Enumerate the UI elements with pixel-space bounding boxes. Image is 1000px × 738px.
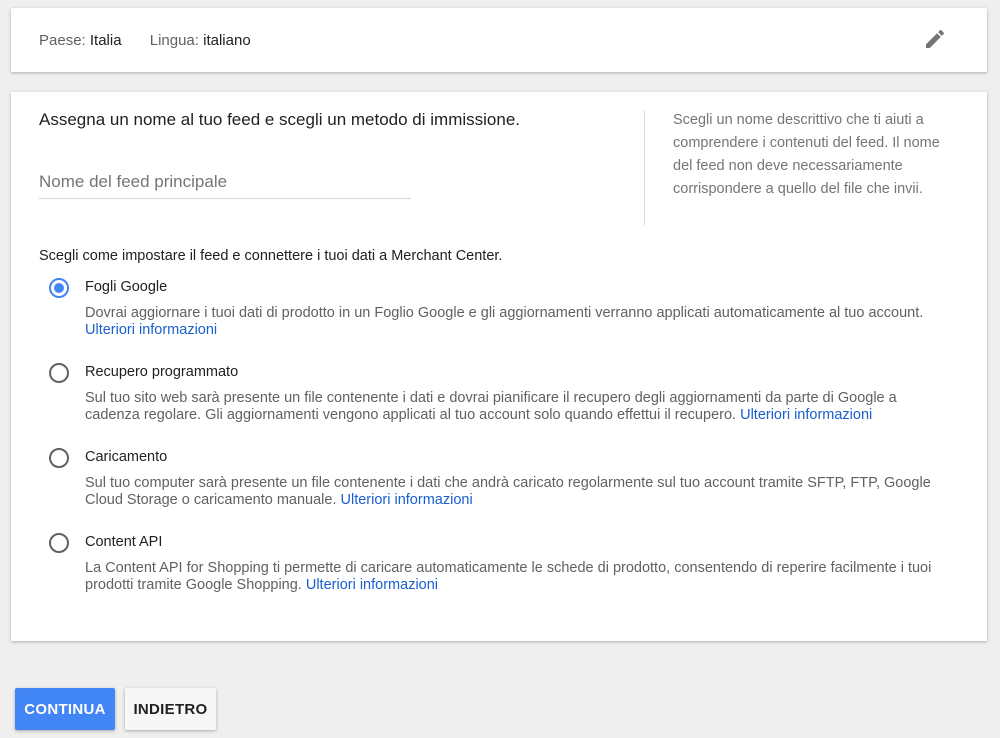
option-title[interactable]: Caricamento [85,449,167,465]
country-label: Paese: [39,32,86,49]
radio-upload[interactable] [49,448,69,468]
feed-setup-card: Assegna un nome al tuo feed e scegli un … [11,92,987,641]
option-title[interactable]: Fogli Google [85,279,167,295]
radio-google-sheets[interactable] [49,278,69,298]
learn-more-link[interactable]: Ulteriori informazioni [341,492,473,508]
language-label: Lingua: [149,32,199,49]
learn-more-link[interactable]: Ulteriori informazioni [85,322,217,338]
divider [644,110,645,225]
radio-content-api[interactable] [49,533,69,553]
feed-name-input[interactable] [39,166,411,199]
feed-name-heading: Assegna un nome al tuo feed e scegli un … [39,110,520,129]
option-title[interactable]: Content API [85,534,162,550]
option-description: Sul tuo computer sarà presente un file c… [85,475,931,508]
learn-more-link[interactable]: Ulteriori informazioni [306,577,438,593]
setup-method-label: Scegli come impostare il feed e connette… [39,248,503,264]
feed-name-help-text: Scegli un nome descrittivo che ti aiuti … [673,112,940,197]
continue-button[interactable]: CONTINUA [15,688,115,730]
option-description: Sul tuo sito web sarà presente un file c… [85,390,897,423]
pencil-icon[interactable] [923,27,947,51]
option-title[interactable]: Recupero programmato [85,364,238,380]
option-description: La Content API for Shopping ti permette … [85,560,932,593]
radio-scheduled-fetch[interactable] [49,363,69,383]
back-button[interactable]: INDIETRO [125,688,216,730]
language-value: italiano [203,32,251,49]
option-description: Dovrai aggiornare i tuoi dati di prodott… [85,305,924,338]
locale-summary: Paese: Italia Lingua: italiano [39,32,251,49]
country-value: Italia [89,32,122,49]
locale-card: Paese: Italia Lingua: italiano [11,8,987,72]
learn-more-link[interactable]: Ulteriori informazioni [740,407,872,423]
